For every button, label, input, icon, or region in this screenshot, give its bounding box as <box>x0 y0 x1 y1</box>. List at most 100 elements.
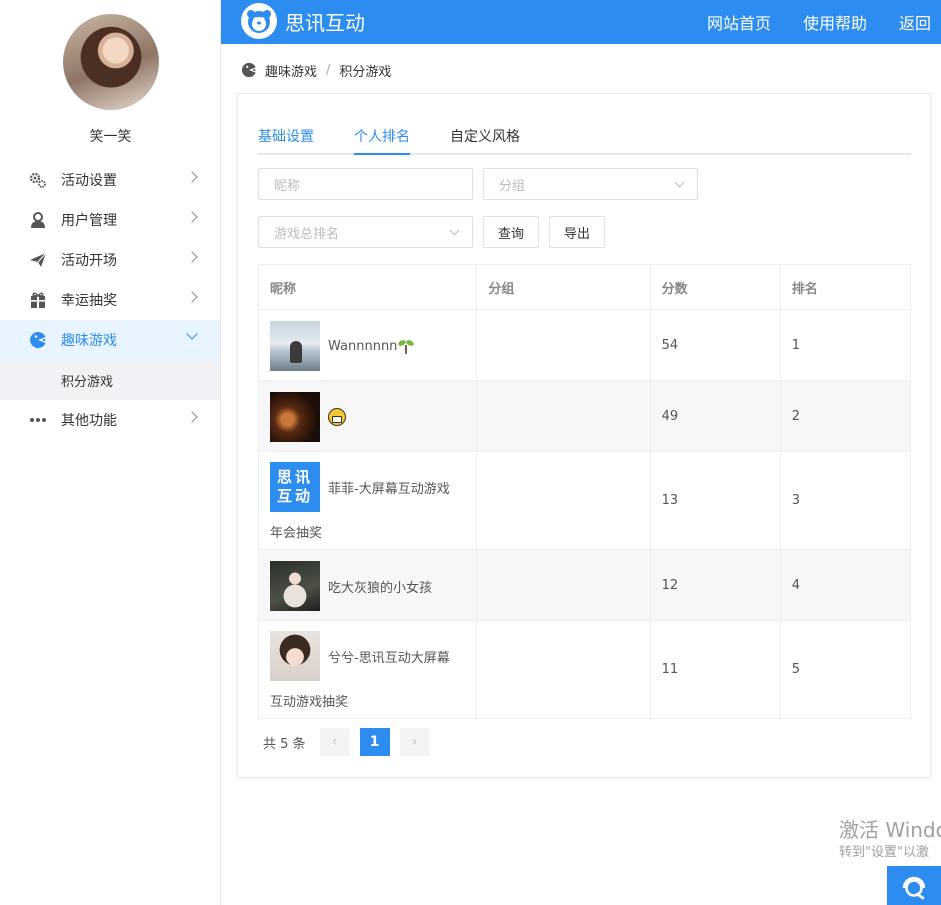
group-select[interactable]: 分组 <box>483 168 698 200</box>
chevron-down-icon <box>674 177 685 188</box>
sidebar-item-label: 幸运抽奖 <box>61 293 117 309</box>
score-cell: 12 <box>649 549 781 621</box>
score-cell: 13 <box>649 451 781 550</box>
activation-watermark-title: 激活 Windo <box>839 818 941 842</box>
rank-cell: 4 <box>779 549 912 621</box>
chevron-right-icon <box>186 251 198 263</box>
gift-icon <box>28 290 48 310</box>
export-button[interactable]: 导出 <box>549 216 605 248</box>
nickname-text: 吃大灰狼的小女孩 <box>328 580 433 596</box>
grimace-emoji-icon <box>328 408 346 426</box>
nickname-text-continued: 互动游戏抽奖 <box>270 695 349 710</box>
avatar: 思讯互动 <box>270 462 320 512</box>
nickname-input[interactable]: 昵称 <box>258 168 473 200</box>
avatar[interactable] <box>63 14 159 110</box>
headset-icon <box>902 876 926 899</box>
group-cell <box>476 380 651 452</box>
breadcrumb-separator: / <box>326 62 331 78</box>
game-icon <box>241 62 257 78</box>
avatar <box>270 561 320 611</box>
username: 笑一笑 <box>89 129 132 145</box>
sidebar-item-label: 用户管理 <box>61 213 117 229</box>
rank-type-select-placeholder: 游戏总排名 <box>274 226 340 242</box>
nav-back-link[interactable]: 返回 <box>899 10 931 34</box>
activation-watermark-subtitle: 转到"设置"以激 <box>839 845 929 860</box>
table-header-row: 昵称 分组 分数 排名 <box>257 264 912 310</box>
nickname-text-continued: 年会抽奖 <box>270 526 323 541</box>
table-row: 思讯互动 菲菲-大屏幕互动游戏 年会抽奖 13 3 <box>257 451 912 550</box>
page-number-button[interactable]: 1 <box>359 728 390 756</box>
score-cell: 49 <box>649 380 781 452</box>
sidebar-item-label: 活动开场 <box>61 253 117 269</box>
tabs: 基础设置 个人排名 自定义风格 <box>258 126 911 155</box>
nickname-text: 菲菲-大屏幕互动游戏 <box>328 481 450 497</box>
nickname-cell <box>257 380 478 452</box>
score-cell: 54 <box>649 309 781 381</box>
nickname-cell: 吃大灰狼的小女孩 <box>257 549 478 621</box>
rank-cell: 2 <box>779 380 912 452</box>
chevron-right-icon <box>186 411 198 423</box>
table-row: Wannnnnn 54 1 <box>257 309 912 381</box>
column-header-score: 分数 <box>649 264 781 310</box>
breadcrumb: 趣味游戏 / 积分游戏 <box>241 60 391 80</box>
nickname-cell: 兮兮-思讯互动大屏幕 互动游戏抽奖 <box>257 620 478 719</box>
pagination: 共 5 条 ‹ 1 › <box>263 728 430 756</box>
top-nav: 网站首页 使用帮助 返回 <box>675 0 931 44</box>
nickname-text: 兮兮-思讯互动大屏幕 <box>328 650 450 666</box>
group-cell <box>476 549 651 621</box>
chevron-right-icon <box>186 291 198 303</box>
group-select-placeholder: 分组 <box>499 178 526 194</box>
table-row: 吃大灰狼的小女孩 12 4 <box>257 549 912 621</box>
prev-page-button[interactable]: ‹ <box>319 728 350 756</box>
rank-cell: 5 <box>779 620 912 719</box>
sidebar-item-label: 活动设置 <box>61 173 117 189</box>
paper-plane-icon <box>28 250 48 270</box>
sidebar-item-lucky-draw[interactable]: 幸运抽奖 <box>0 280 220 320</box>
avatar <box>270 321 320 371</box>
chevron-right-icon <box>186 171 198 183</box>
avatar <box>270 631 320 681</box>
sprout-emoji-icon <box>398 340 415 354</box>
sidebar-item-label: 趣味游戏 <box>61 333 117 349</box>
game-icon <box>28 330 48 350</box>
tab-basic-settings[interactable]: 基础设置 <box>258 126 314 153</box>
top-bar: 思讯互动 网站首页 使用帮助 返回 <box>221 0 941 44</box>
breadcrumb-item-current: 积分游戏 <box>339 64 392 80</box>
breadcrumb-item[interactable]: 趣味游戏 <box>265 61 317 80</box>
sidebar-subitem-points-game[interactable]: 积分游戏 <box>0 360 220 400</box>
nickname-cell: Wannnnnn <box>257 309 478 381</box>
brand[interactable]: 思讯互动 <box>241 3 365 39</box>
sidebar-item-user-management[interactable]: 用户管理 <box>0 200 220 240</box>
rank-type-select[interactable]: 游戏总排名 <box>258 216 473 248</box>
tab-custom-style[interactable]: 自定义风格 <box>450 126 520 153</box>
table-row: 49 2 <box>257 380 912 452</box>
pagination-total: 共 5 条 <box>263 736 306 752</box>
next-page-button[interactable]: › <box>399 728 430 756</box>
more-icon <box>28 410 48 430</box>
sidebar-menu: 活动设置 用户管理 活动开场 幸运抽奖 趣味游戏 积分游戏 其他功能 <box>0 160 220 440</box>
sidebar-item-activity-opening[interactable]: 活动开场 <box>0 240 220 280</box>
rank-cell: 1 <box>779 309 912 381</box>
rank-cell: 3 <box>779 451 912 550</box>
ranking-table: 昵称 分组 分数 排名 Wannnnnn 54 1 49 2 思讯互动 菲菲-大… <box>257 264 912 719</box>
sidebar-item-fun-games[interactable]: 趣味游戏 <box>0 320 220 360</box>
chevron-down-icon <box>449 225 460 236</box>
sidebar-item-other-functions[interactable]: 其他功能 <box>0 400 220 440</box>
tab-personal-ranking[interactable]: 个人排名 <box>354 126 410 155</box>
nav-home-link[interactable]: 网站首页 <box>707 10 771 34</box>
group-cell <box>476 309 651 381</box>
nickname-text: Wannnnnn <box>328 338 398 354</box>
column-header-group: 分组 <box>476 264 651 310</box>
chevron-down-icon <box>186 328 198 340</box>
sidebar: 笑一笑 活动设置 用户管理 活动开场 幸运抽奖 趣味游戏 积分游戏 其他功能 <box>0 0 221 905</box>
gears-icon <box>28 170 48 190</box>
customer-service-button[interactable] <box>887 866 941 905</box>
user-icon <box>28 210 48 230</box>
nav-help-link[interactable]: 使用帮助 <box>803 10 867 34</box>
column-header-rank: 排名 <box>779 264 912 310</box>
chevron-right-icon <box>186 211 198 223</box>
query-button[interactable]: 查询 <box>483 216 539 248</box>
sidebar-item-activity-settings[interactable]: 活动设置 <box>0 160 220 200</box>
column-header-nickname: 昵称 <box>257 264 478 310</box>
table-row: 兮兮-思讯互动大屏幕 互动游戏抽奖 11 5 <box>257 620 912 719</box>
